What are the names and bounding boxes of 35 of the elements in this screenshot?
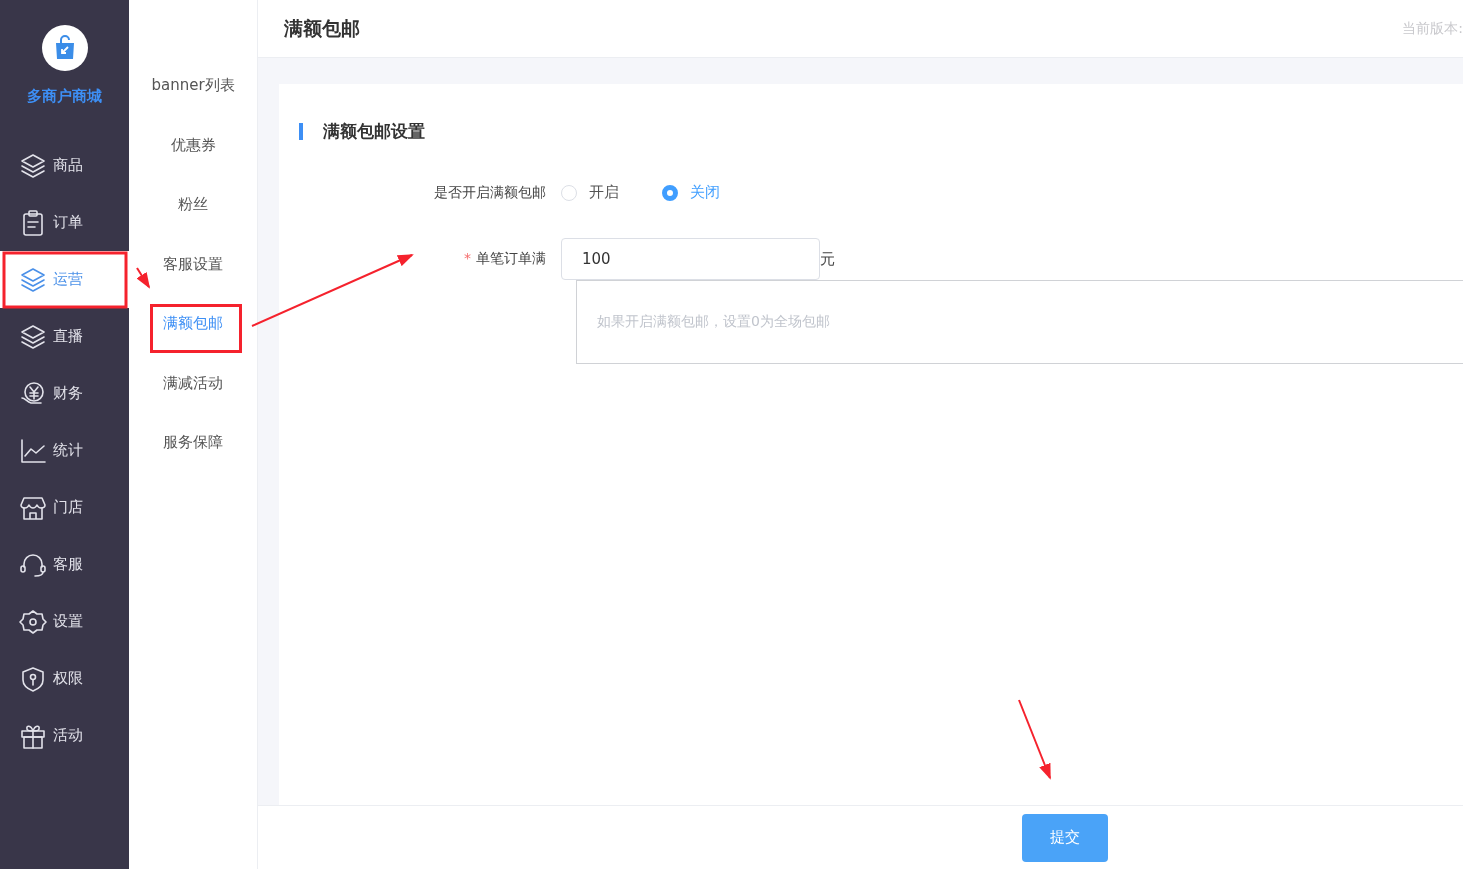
section-marker <box>299 123 303 140</box>
sidebar-item[interactable]: 活动 <box>0 707 129 764</box>
sidebar-item[interactable]: 财务 <box>0 365 129 422</box>
shield-icon <box>19 664 47 693</box>
sidebar-item[interactable]: 统计 <box>0 422 129 479</box>
section-title: 满额包邮设置 <box>323 120 425 143</box>
brand-name: 多商户商城 <box>26 87 103 106</box>
submenu-item[interactable]: 粉丝 <box>178 175 208 235</box>
settings-icon <box>19 607 47 636</box>
field-label: 是否开启满额包邮 <box>433 183 547 202</box>
hint-box: 如果开启满额包邮，设置0为全场包邮 <box>576 280 1463 364</box>
submenu-item[interactable]: 服务保障 <box>163 413 223 473</box>
submenu-item[interactable]: 满减活动 <box>163 353 223 413</box>
amount-input[interactable]: 100 <box>561 238 820 280</box>
required-mark: * <box>464 250 471 266</box>
sidebar-item[interactable]: 权限 <box>0 650 129 707</box>
radio-label[interactable]: 开启 <box>589 183 619 202</box>
field-label: * 单笔订单满 <box>463 250 547 268</box>
submenu-item[interactable]: 客服设置 <box>163 234 223 294</box>
unit-label: 元 <box>820 249 835 269</box>
page-title: 满额包邮 <box>284 15 360 41</box>
layers-icon <box>19 322 47 351</box>
layers-icon <box>19 265 47 294</box>
submenu-item[interactable]: 优惠券 <box>170 115 216 175</box>
sidebar-item[interactable]: 设置 <box>0 593 129 650</box>
sidebar-item[interactable]: 客服 <box>0 536 129 593</box>
annotation-arrow <box>136 267 151 289</box>
sidebar-item[interactable]: 商品 <box>0 137 129 194</box>
sidebar-item[interactable]: 直播 <box>0 308 129 365</box>
submenu-item[interactable]: banner列表 <box>151 56 235 116</box>
radio-button[interactable] <box>662 184 678 201</box>
line-chart-icon <box>19 436 47 465</box>
layers-icon <box>19 151 47 180</box>
sidebar-item[interactable]: 订单 <box>0 194 129 251</box>
sidebar-item[interactable]: 门店 <box>0 479 129 536</box>
